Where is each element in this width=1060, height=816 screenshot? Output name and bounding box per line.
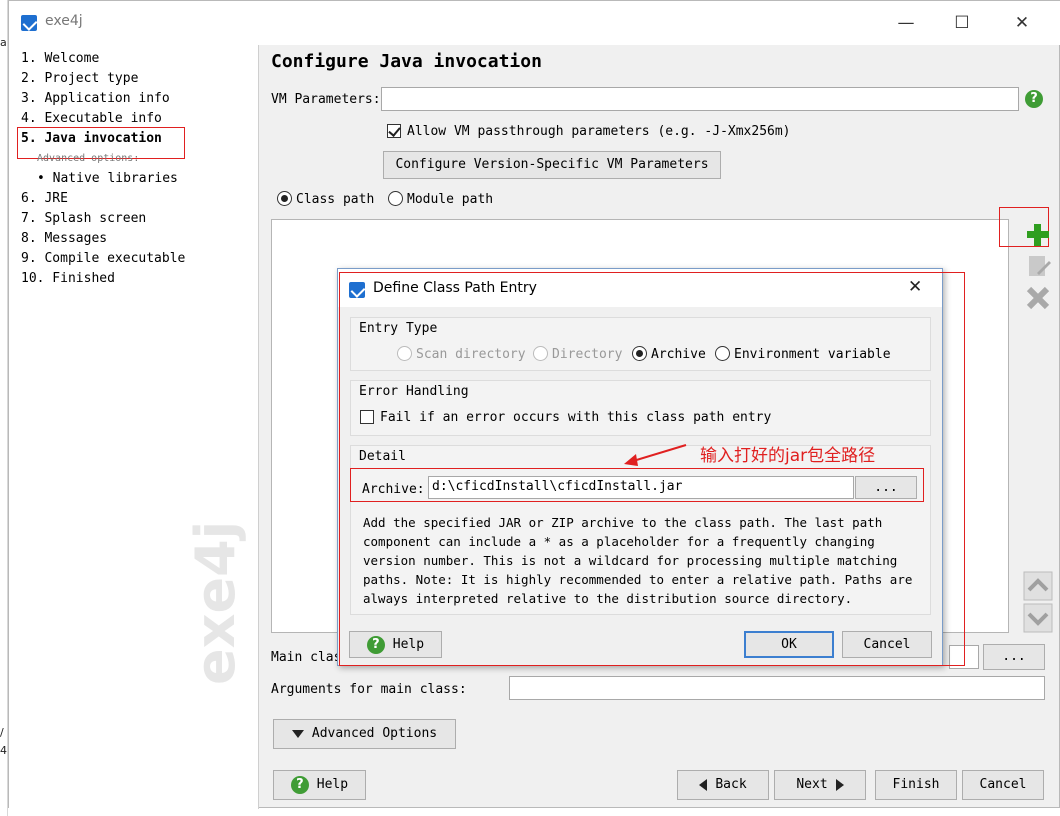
background-fragment: 4 (0, 744, 7, 757)
advanced-options-button[interactable]: Advanced Options (273, 719, 456, 749)
background-fragment: a (0, 36, 7, 49)
cancel-button[interactable]: Cancel (962, 770, 1044, 800)
add-icon (1027, 224, 1049, 246)
triangle-left-icon (699, 778, 708, 791)
back-button-label: Back (715, 777, 747, 792)
advanced-options-label: Advanced options: (37, 153, 140, 164)
nav-item-finished[interactable]: 10. Finished (21, 271, 115, 286)
nav-item-splash-screen[interactable]: 7. Splash screen (21, 211, 146, 226)
annotation-text: 输入打好的jar包全路径 (700, 446, 876, 466)
edit-icon (1029, 256, 1051, 276)
main-class-browse-button[interactable]: ... (983, 644, 1045, 670)
class-path-label: Class path (296, 192, 375, 207)
move-down-button[interactable] (1023, 603, 1053, 633)
triangle-right-icon (835, 778, 844, 791)
vm-parameters-label: VM Parameters: (271, 92, 381, 107)
help-icon: ? (290, 775, 309, 794)
window-title: exe4j (45, 13, 83, 29)
main-class-label: Main clas (271, 650, 342, 665)
maximize-button[interactable]: ☐ (939, 1, 985, 45)
nav-item-welcome[interactable]: 1. Welcome (21, 51, 99, 66)
nav-item-jre[interactable]: 6. JRE (21, 191, 68, 206)
delete-entry-button[interactable] (1023, 283, 1053, 313)
background-fragment: / (0, 726, 4, 739)
edit-entry-button[interactable] (1023, 251, 1053, 281)
nav-item-compile-executable[interactable]: 9. Compile executable (21, 251, 185, 266)
help-button[interactable]: ? Help (273, 770, 366, 800)
move-up-button[interactable] (1023, 571, 1053, 601)
vm-parameters-input[interactable] (381, 87, 1019, 111)
nav-item-project-type[interactable]: 2. Project type (21, 71, 138, 86)
help-icon: ? (1025, 90, 1043, 108)
module-path-label: Module path (407, 192, 494, 207)
back-button[interactable]: Back (677, 770, 769, 800)
background-desktop-strip: a / 4 (0, 0, 8, 816)
close-button[interactable]: ✕ (999, 1, 1045, 45)
annotation-arrow (624, 444, 687, 466)
exe4j-watermark: exe4j (184, 520, 247, 685)
page-title: Configure Java invocation (271, 51, 542, 72)
finish-button[interactable]: Finish (875, 770, 957, 800)
step-navigation: 1. Welcome 2. Project type 3. Applicatio… (9, 45, 259, 809)
arguments-input[interactable] (509, 676, 1045, 700)
app-icon (21, 15, 37, 31)
triangle-down-icon (291, 729, 304, 738)
nav-item-messages[interactable]: 8. Messages (21, 231, 107, 246)
vm-parameters-help-icon[interactable]: ? (1025, 90, 1043, 108)
nav-item-native-libraries[interactable]: • Native libraries (37, 171, 178, 186)
arguments-label: Arguments for main class: (271, 682, 467, 697)
class-path-radio[interactable] (277, 191, 292, 206)
delete-icon (1026, 286, 1050, 310)
move-up-icon (1023, 571, 1053, 601)
help-button-label: Help (316, 777, 349, 792)
next-button-label: Next (796, 777, 828, 792)
allow-passthrough-checkbox[interactable] (387, 124, 401, 138)
nav-item-executable-info[interactable]: 4. Executable info (21, 111, 162, 126)
configure-version-button[interactable]: Configure Version-Specific VM Parameters (383, 151, 721, 179)
module-path-radio[interactable] (388, 191, 403, 206)
advanced-options-button-label: Advanced Options (311, 726, 438, 741)
allow-passthrough-label: Allow VM passthrough parameters (e.g. -J… (407, 124, 791, 139)
window-titlebar: exe4j — ☐ ✕ (9, 1, 1060, 45)
nav-item-application-info[interactable]: 3. Application info (21, 91, 170, 106)
move-down-icon (1023, 603, 1053, 633)
add-entry-button[interactable] (1023, 220, 1053, 250)
next-button[interactable]: Next (774, 770, 866, 800)
minimize-button[interactable]: — (883, 1, 929, 45)
